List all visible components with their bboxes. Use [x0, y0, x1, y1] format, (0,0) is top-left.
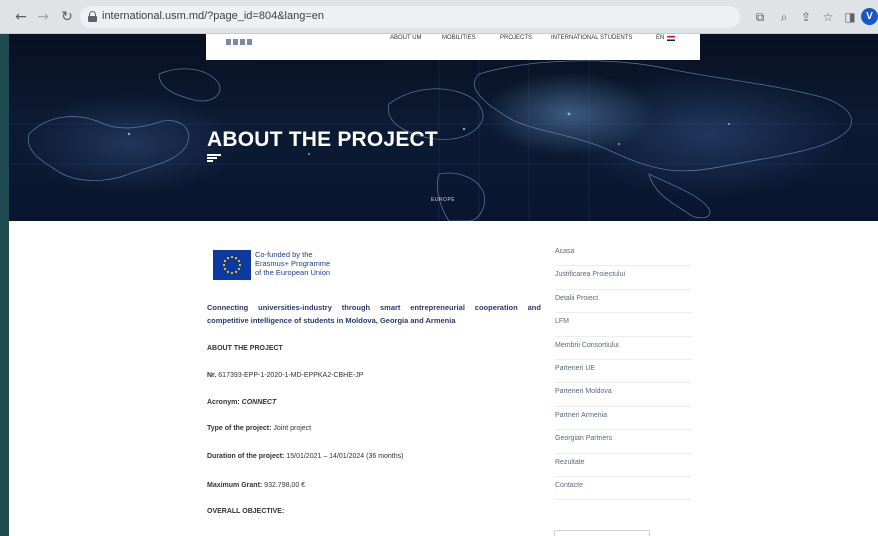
map-label: EUROPE — [431, 197, 456, 203]
nav-international-students[interactable]: INTERNATIONAL STUDENTS — [551, 35, 632, 41]
page-title: ABOUT THE PROJECT — [207, 128, 438, 151]
reload-icon[interactable]: ↻ — [58, 8, 76, 26]
side-panel-icon[interactable]: ◨ — [842, 9, 858, 25]
address-bar[interactable]: international.usm.md/?page_id=804&lang=e… — [80, 6, 740, 28]
section-heading-about: ABOUT THE PROJECT — [207, 345, 283, 352]
project-headline: Connecting universities-industry through… — [207, 301, 541, 327]
project-grant: Maximum Grant: 932.798,00 € — [207, 482, 306, 489]
sidebar-item-justificarea[interactable]: Justificarea Proiectului — [555, 266, 691, 290]
lock-icon[interactable] — [88, 11, 97, 22]
sidebar-menu: Acasa Justificarea Proiectului Detalii P… — [555, 243, 691, 501]
url-text[interactable]: international.usm.md/?page_id=804&lang=e… — [102, 10, 324, 22]
sidebar-item-partneri-armenia[interactable]: Partneri Armenia — [555, 407, 691, 431]
university-logo[interactable] — [226, 36, 252, 48]
sidebar-item-parteneri-moldova[interactable]: Parteneri Moldova — [555, 383, 691, 407]
sidebar-item-georgian-partners[interactable]: Georgian Partners — [555, 430, 691, 454]
browser-toolbar: ← → ↻ international.usm.md/?page_id=804&… — [0, 0, 878, 34]
uk-flag-icon[interactable] — [667, 36, 675, 41]
hero-banner: ABOUT UM MOBILITIES PROJECTS INTERNATION… — [9, 34, 878, 221]
project-acronym: Acronym: CONNECT — [207, 399, 277, 406]
eu-flag-icon — [213, 250, 251, 280]
project-duration: Duration of the project: 15/01/2021 – 14… — [207, 453, 404, 460]
nav-about[interactable]: ABOUT UM — [390, 35, 422, 41]
bookmark-star-icon[interactable]: ☆ — [820, 9, 836, 25]
translate-icon[interactable]: ⧉ — [752, 9, 768, 25]
sidebar-item-membrii[interactable]: Membrii Consortiului — [555, 337, 691, 360]
site-header: ABOUT UM MOBILITIES PROJECTS INTERNATION… — [206, 34, 700, 60]
profile-avatar[interactable]: V — [861, 8, 878, 25]
sidebar-item-detalii[interactable]: Detalii Proiect — [555, 290, 691, 314]
eu-cofunding-text: Co-funded by the Erasmus+ Programme of t… — [255, 250, 331, 277]
sidebar-item-acasa[interactable]: Acasa — [555, 243, 691, 267]
nav-projects[interactable]: PROJECTS — [500, 35, 532, 41]
sidebar-item-lfm[interactable]: LFM — [555, 313, 691, 337]
sidebar-item-parteneri-ue[interactable]: Parteneri UE — [555, 360, 691, 384]
back-arrow-icon[interactable]: ← — [12, 8, 30, 26]
sidebar-item-rezultate[interactable]: Rezultate — [555, 454, 691, 477]
forward-arrow-icon[interactable]: → — [34, 8, 52, 26]
search-input[interactable] — [554, 530, 650, 536]
project-number: Nr. 617393-EPP-1-2020-1-MD-EPPKA2-CBHE-J… — [207, 372, 364, 379]
headline-line-2: competitive intelligence of students in … — [207, 316, 456, 325]
share-icon[interactable]: ⇪ — [798, 9, 814, 25]
headline-line-1: Connecting universities-industry through… — [207, 303, 541, 312]
page-frame — [0, 0, 9, 536]
nav-mobilities[interactable]: MOBILITIES — [442, 35, 476, 41]
project-type: Type of the project: Joint project — [207, 425, 312, 432]
world-map-background — [9, 34, 878, 221]
sidebar-item-contacte[interactable]: Contacte — [555, 477, 691, 501]
section-heading-objective: OVERALL OBJECTIVE: — [207, 508, 285, 515]
zoom-icon[interactable]: ⌕ — [776, 9, 792, 25]
nav-language[interactable]: EN — [656, 35, 664, 41]
title-underline-icon — [207, 154, 221, 162]
page-content: Co-funded by the Erasmus+ Programme of t… — [9, 221, 878, 536]
